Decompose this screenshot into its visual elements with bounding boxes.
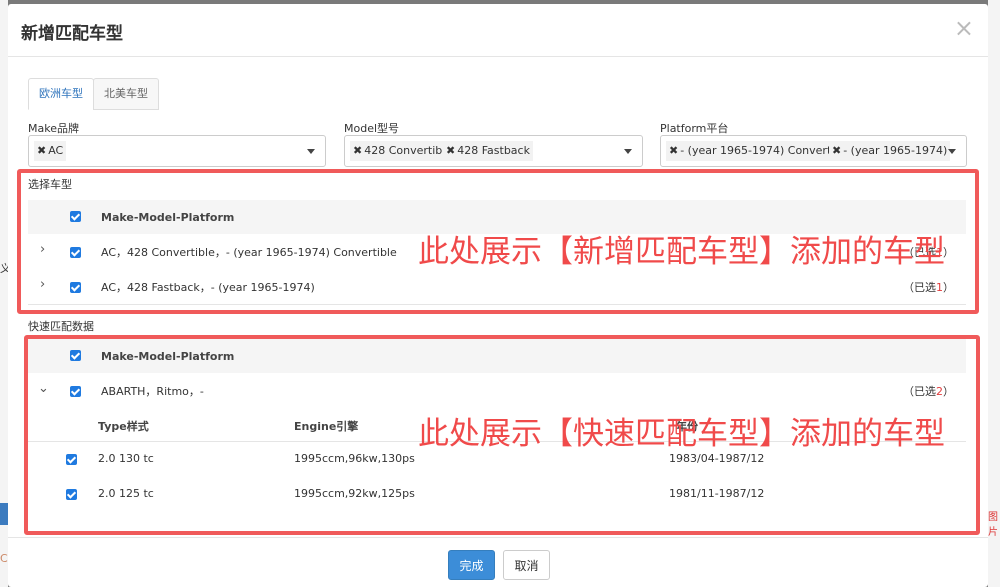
annotation-text-quick: 此处展示【快速匹配车型】添加的车型 xyxy=(418,416,945,452)
model-chip[interactable]: ✖ 428 Fastback xyxy=(443,141,533,161)
remove-chip-icon[interactable]: ✖ xyxy=(832,144,841,157)
platform-label: Platform平台 xyxy=(660,122,729,135)
remove-chip-icon[interactable]: ✖ xyxy=(37,144,46,157)
background-page-right xyxy=(988,0,1000,587)
annotation-text-selected: 此处展示【新增匹配车型】添加的车型 xyxy=(418,234,945,270)
background-blue-block xyxy=(0,503,8,525)
remove-chip-icon[interactable]: ✖ xyxy=(669,144,678,157)
tab-europe[interactable]: 欧洲车型 xyxy=(28,78,94,110)
make-label: Make品牌 xyxy=(28,122,79,135)
remove-chip-icon[interactable]: ✖ xyxy=(446,144,455,157)
make-select[interactable]: ✖ AC xyxy=(28,135,326,167)
add-matching-vehicle-dialog: 新增匹配车型 × 欧洲车型 北美车型 Make品牌 ✖ AC Model型号 ✖ 4… xyxy=(8,4,988,587)
background-text-fragment-right: 图片 xyxy=(988,512,998,538)
model-chip[interactable]: ✖ 428 Convertible xyxy=(350,141,456,161)
background-text-fragment-bottom: C xyxy=(0,552,8,565)
remove-chip-icon[interactable]: ✖ xyxy=(353,144,362,157)
platform-chip[interactable]: ✖ - (year 1965-1974) xyxy=(829,141,951,161)
cancel-button[interactable]: 取消 xyxy=(503,550,550,580)
chip-label: - (year 1965-1974) xyxy=(843,144,948,157)
chip-label: 428 Fastback xyxy=(457,144,530,157)
confirm-button[interactable]: 完成 xyxy=(448,550,495,580)
caret-down-icon[interactable] xyxy=(948,149,956,154)
platform-select[interactable]: ✖ - (year 1965-1974) Convertible ✖ - (year… xyxy=(660,135,967,167)
caret-down-icon[interactable] xyxy=(624,149,632,154)
chip-label: 428 Convertible xyxy=(364,144,453,157)
quick-match-title: 快速匹配数据 xyxy=(28,320,94,333)
caret-down-icon[interactable] xyxy=(307,149,315,154)
chip-label: AC xyxy=(48,144,64,157)
chip-label: - (year 1965-1974) Convertible xyxy=(680,144,852,157)
model-label: Model型号 xyxy=(344,122,400,135)
platform-chip[interactable]: ✖ - (year 1965-1974) Convertible xyxy=(666,141,855,161)
modal-title: 新增匹配车型 xyxy=(21,24,123,44)
modal-header: 新增匹配车型 × xyxy=(8,4,988,57)
close-icon[interactable]: × xyxy=(954,14,974,42)
model-select[interactable]: ✖ 428 Convertible ✖ 428 Fastback xyxy=(344,135,643,167)
make-chip[interactable]: ✖ AC xyxy=(34,141,67,161)
modal-footer-divider xyxy=(8,537,988,538)
tab-north-america[interactable]: 北美车型 xyxy=(93,78,159,110)
background-page-left xyxy=(0,0,8,587)
